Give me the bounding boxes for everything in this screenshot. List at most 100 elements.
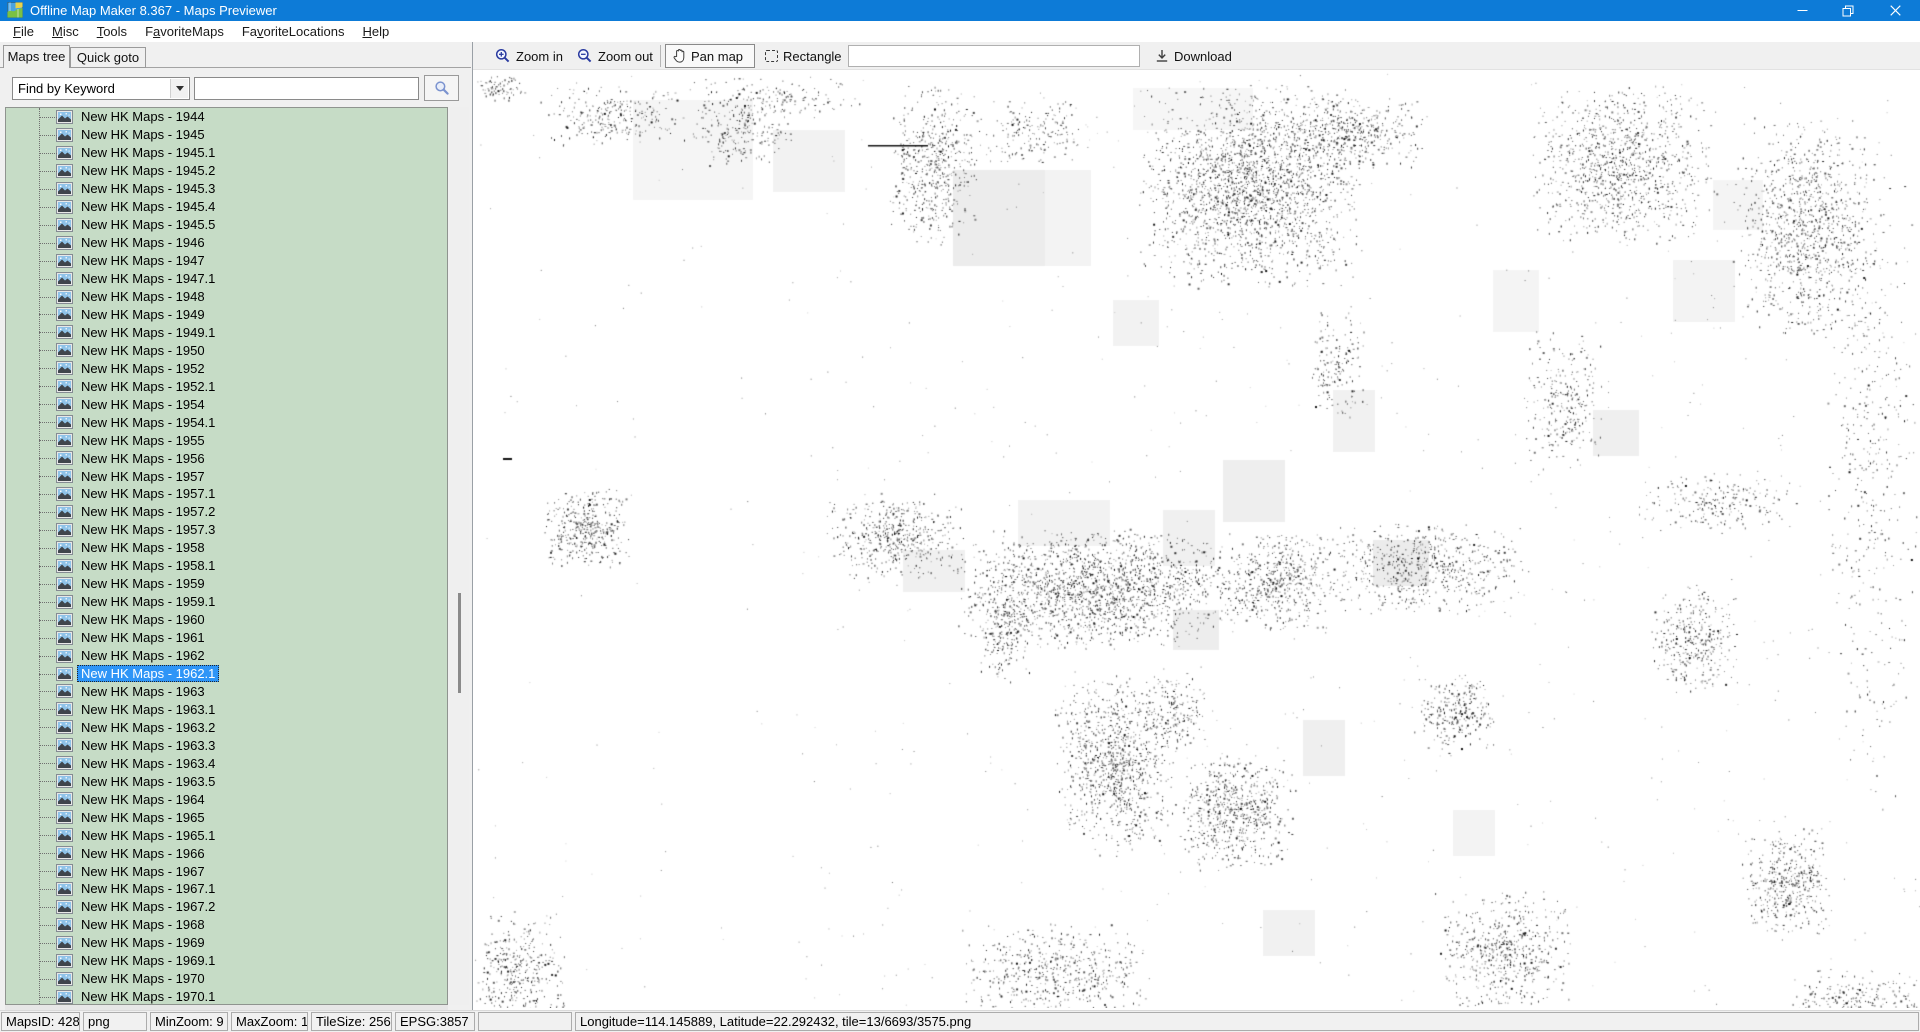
tree-connector <box>39 422 57 423</box>
map-image-icon <box>56 487 73 501</box>
tree-item[interactable]: New HK Maps - 1952.1 <box>6 377 447 395</box>
tree-item[interactable]: New HK Maps - 1969.1 <box>6 952 447 970</box>
tree-item[interactable]: New HK Maps - 1969 <box>6 934 447 952</box>
tree-connector <box>39 243 57 244</box>
tree-item[interactable]: New HK Maps - 1963.4 <box>6 754 447 772</box>
close-button[interactable] <box>1870 0 1920 21</box>
zoom-in-button[interactable]: Zoom in <box>488 44 570 68</box>
tree-item[interactable]: New HK Maps - 1967.1 <box>6 880 447 898</box>
tree-item-label: New HK Maps - 1965 <box>77 809 209 826</box>
tree-item-label: New HK Maps - 1961 <box>77 629 209 646</box>
tree-item[interactable]: New HK Maps - 1952 <box>6 359 447 377</box>
tree-item[interactable]: New HK Maps - 1967 <box>6 862 447 880</box>
tree-item[interactable]: New HK Maps - 1957 <box>6 467 447 485</box>
tree-connector <box>39 314 57 315</box>
tree-item[interactable]: New HK Maps - 1963.5 <box>6 772 447 790</box>
pan-map-label: Pan map <box>691 49 743 64</box>
tree-connector <box>39 889 57 890</box>
tree-item-label: New HK Maps - 1954.1 <box>77 414 219 431</box>
rectangle-button[interactable]: Rectangle <box>758 44 849 68</box>
tree-connector <box>39 494 57 495</box>
menu-misc[interactable]: Misc <box>43 22 88 41</box>
tree-vertical-scrollbar[interactable] <box>450 107 469 1005</box>
tree-item-label: New HK Maps - 1963.1 <box>77 701 219 718</box>
tree-item[interactable]: New HK Maps - 1947.1 <box>6 270 447 288</box>
tree-item[interactable]: New HK Maps - 1966 <box>6 844 447 862</box>
tree-connector <box>39 674 57 675</box>
tree-item[interactable]: New HK Maps - 1954 <box>6 395 447 413</box>
tree-item-label: New HK Maps - 1963.3 <box>77 737 219 754</box>
download-button[interactable]: Download <box>1148 44 1239 68</box>
tree-item[interactable]: New HK Maps - 1965.1 <box>6 826 447 844</box>
menu-favoritelocations[interactable]: FavoriteLocations <box>233 22 354 41</box>
tree-item[interactable]: New HK Maps - 1945.4 <box>6 198 447 216</box>
tree-item[interactable]: New HK Maps - 1945.2 <box>6 162 447 180</box>
tree-item[interactable]: New HK Maps - 1961 <box>6 629 447 647</box>
tree-item[interactable]: New HK Maps - 1967.2 <box>6 898 447 916</box>
tree-item[interactable]: New HK Maps - 1949 <box>6 305 447 323</box>
tree-connector <box>39 835 57 836</box>
map-image-icon <box>56 684 73 698</box>
tree-item[interactable]: New HK Maps - 1947 <box>6 252 447 270</box>
minimize-button[interactable] <box>1780 0 1825 21</box>
tree-item[interactable]: New HK Maps - 1963.3 <box>6 736 447 754</box>
map-image-icon <box>56 918 73 932</box>
find-mode-dropdown[interactable]: Find by Keyword <box>12 77 190 100</box>
tree-connector <box>39 153 57 154</box>
tree-item[interactable]: New HK Maps - 1945.1 <box>6 144 447 162</box>
tree-item[interactable]: New HK Maps - 1945 <box>6 126 447 144</box>
pan-map-button[interactable]: Pan map <box>665 44 755 68</box>
map-image-icon <box>56 361 73 375</box>
tree-connector <box>39 512 57 513</box>
map-canvas[interactable] <box>473 70 1920 1008</box>
map-image-icon <box>56 397 73 411</box>
tree-item[interactable]: New HK Maps - 1965 <box>6 808 447 826</box>
tree-item[interactable]: New HK Maps - 1946 <box>6 234 447 252</box>
menu-tools[interactable]: Tools <box>88 22 136 41</box>
menu-help[interactable]: Help <box>353 22 398 41</box>
scrollbar-thumb[interactable] <box>458 593 461 693</box>
tree-item[interactable]: New HK Maps - 1949.1 <box>6 323 447 341</box>
tab-maps-tree[interactable]: Maps tree <box>3 45 70 68</box>
zoom-out-button[interactable]: Zoom out <box>570 44 660 68</box>
tree-item[interactable]: New HK Maps - 1955 <box>6 431 447 449</box>
tree-item[interactable]: New HK Maps - 1960 <box>6 611 447 629</box>
tree-item[interactable]: New HK Maps - 1963 <box>6 683 447 701</box>
tree-item[interactable]: New HK Maps - 1958 <box>6 539 447 557</box>
keyword-search-input[interactable] <box>194 77 419 100</box>
tree-item[interactable]: New HK Maps - 1958.1 <box>6 557 447 575</box>
tree-connector <box>39 332 57 333</box>
status-max-zoom: MaxZoom: 18 <box>231 1012 308 1031</box>
tree-item[interactable]: New HK Maps - 1948 <box>6 288 447 306</box>
tree-item-label: New HK Maps - 1956 <box>77 450 209 467</box>
restore-button[interactable] <box>1825 0 1870 21</box>
tree-item[interactable]: New HK Maps - 1956 <box>6 449 447 467</box>
tree-item[interactable]: New HK Maps - 1968 <box>6 916 447 934</box>
tree-item[interactable]: New HK Maps - 1970 <box>6 970 447 988</box>
menu-file[interactable]: File <box>4 22 43 41</box>
tree-item[interactable]: New HK Maps - 1954.1 <box>6 413 447 431</box>
tree-item[interactable]: New HK Maps - 1959.1 <box>6 593 447 611</box>
dropdown-arrow-button[interactable] <box>170 79 188 98</box>
tree-item[interactable]: New HK Maps - 1962.1 <box>6 665 447 683</box>
tree-item[interactable]: New HK Maps - 1950 <box>6 341 447 359</box>
tree-item[interactable]: New HK Maps - 1957.3 <box>6 521 447 539</box>
zoom-in-label: Zoom in <box>516 49 563 64</box>
tree-item[interactable]: New HK Maps - 1963.2 <box>6 718 447 736</box>
tree-item[interactable]: New HK Maps - 1945.5 <box>6 216 447 234</box>
tree-item[interactable]: New HK Maps - 1945.3 <box>6 180 447 198</box>
tree-item[interactable]: New HK Maps - 1964 <box>6 790 447 808</box>
menu-favoritemaps[interactable]: FavoriteMaps <box>136 22 233 41</box>
tree-item[interactable]: New HK Maps - 1970.1 <box>6 988 447 1005</box>
tree-item[interactable]: New HK Maps - 1959 <box>6 575 447 593</box>
search-button[interactable] <box>424 75 459 101</box>
toolbar-text-input[interactable] <box>848 45 1140 67</box>
tree-item[interactable]: New HK Maps - 1963.1 <box>6 700 447 718</box>
tree-item[interactable]: New HK Maps - 1962 <box>6 647 447 665</box>
tree-item[interactable]: New HK Maps - 1957.2 <box>6 503 447 521</box>
tab-quick-goto[interactable]: Quick goto <box>70 47 146 68</box>
tree-item[interactable]: New HK Maps - 1957.1 <box>6 485 447 503</box>
map-image-icon <box>56 272 73 286</box>
tree-connector <box>39 620 57 621</box>
tree-item[interactable]: New HK Maps - 1944 <box>6 108 447 126</box>
